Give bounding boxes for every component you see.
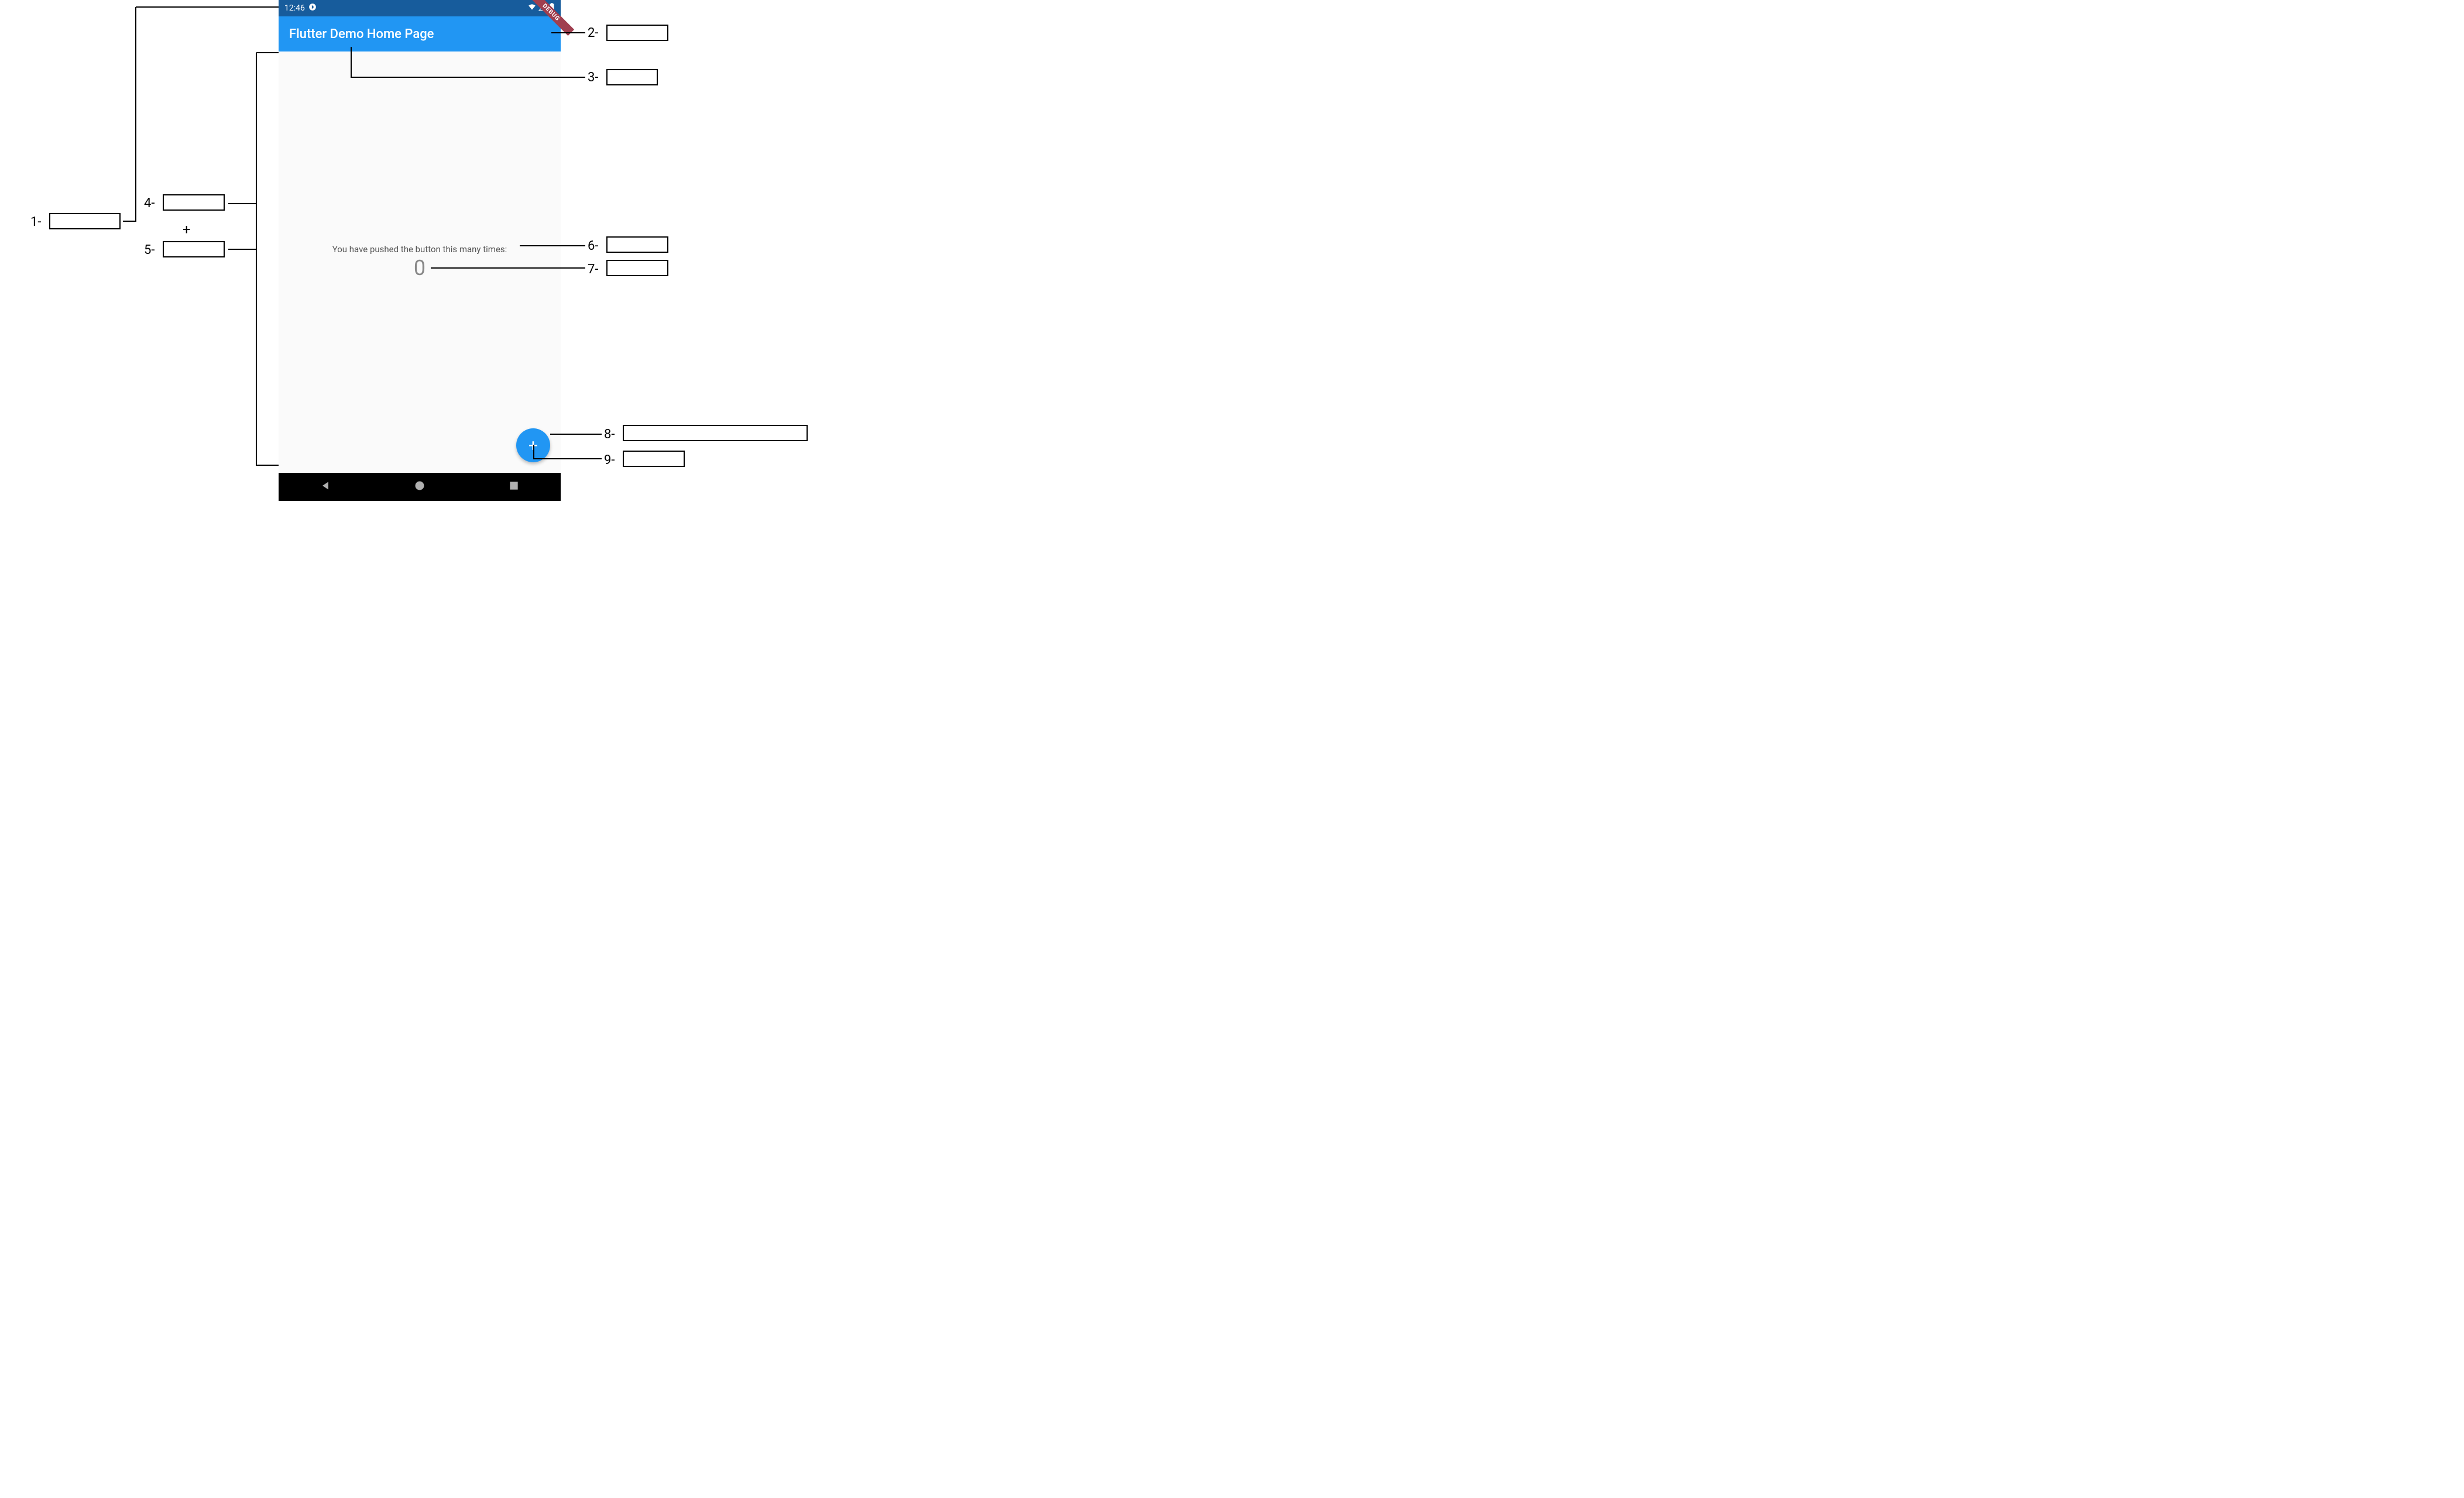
- callout-2-label: 2-: [588, 26, 598, 40]
- plus-icon: +: [529, 436, 538, 455]
- flutter-icon: [308, 3, 317, 13]
- home-icon[interactable]: [414, 480, 425, 494]
- wifi-icon: [528, 3, 536, 13]
- callout-2-box: [606, 25, 668, 41]
- callout-7-label: 7-: [588, 262, 598, 277]
- status-bar: 12:46: [279, 0, 561, 16]
- app-bar: Flutter Demo Home Page DEBUG: [279, 16, 561, 51]
- callout-3-label: 3-: [588, 70, 598, 85]
- stack-plus-sign: +: [183, 221, 191, 238]
- callout-8-box: [623, 425, 808, 441]
- counter-text: 0: [414, 256, 425, 280]
- floating-action-button[interactable]: +: [516, 428, 550, 462]
- scaffold-body: You have pushed the button this many tim…: [279, 51, 561, 473]
- back-icon[interactable]: [320, 480, 331, 494]
- callout-4-label: 4-: [144, 196, 155, 211]
- callout-9-label: 9-: [604, 453, 615, 468]
- callout-6-label: 6-: [588, 239, 598, 253]
- callout-4-box: [163, 194, 225, 211]
- status-time: 12:46: [284, 4, 305, 13]
- callout-3-box: [606, 69, 658, 85]
- android-nav-bar: [279, 473, 561, 501]
- phone-frame: 12:46 Flutter Demo Home Page DEBUG You h…: [279, 0, 561, 501]
- app-bar-title: Flutter Demo Home Page: [289, 27, 434, 42]
- callout-6-box: [606, 236, 668, 253]
- callout-9-box: [623, 451, 685, 467]
- callout-5-box: [163, 241, 225, 257]
- callout-1-label: 1-: [30, 215, 41, 229]
- callout-7-box: [606, 260, 668, 276]
- callout-8-label: 8-: [604, 427, 615, 442]
- callout-1-box: [49, 213, 121, 229]
- recent-icon[interactable]: [508, 480, 520, 494]
- callout-5-label: 5-: [144, 243, 155, 257]
- prompt-text: You have pushed the button this many tim…: [332, 244, 507, 255]
